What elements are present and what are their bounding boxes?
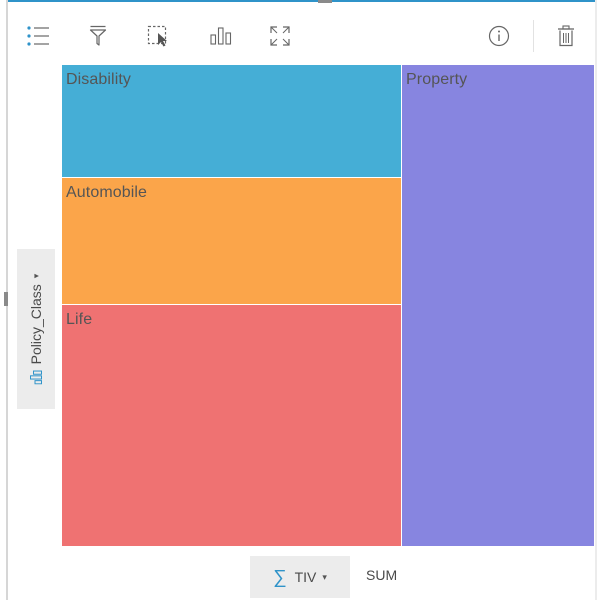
group-field-content: Policy_Class ▾ <box>28 274 44 385</box>
legend-button[interactable] <box>24 22 52 50</box>
delete-button[interactable] <box>552 22 580 50</box>
visualization-type-button[interactable] <box>207 22 235 50</box>
aggregation-label[interactable]: SUM <box>366 567 397 583</box>
treemap-cell-automobile[interactable]: Automobile <box>62 178 401 304</box>
visualization-type-icon <box>210 27 232 45</box>
card-border-left <box>4 0 8 600</box>
group-field-caret: ▾ <box>30 273 41 279</box>
maximize-button[interactable] <box>266 22 294 50</box>
sum-field-icon: ∑ <box>273 566 287 588</box>
resize-handle-left[interactable] <box>4 292 8 306</box>
filter-icon <box>89 25 107 46</box>
treemap-cell-life[interactable]: Life <box>62 305 401 546</box>
maximize-icon <box>270 26 290 46</box>
legend-icon <box>27 26 49 46</box>
filter-button[interactable] <box>84 22 112 50</box>
treemap-chart: Disability Automobile Life Property <box>62 65 594 546</box>
toolbar-divider <box>533 20 534 52</box>
delete-icon <box>558 25 574 47</box>
group-field-label: Policy_Class <box>28 284 44 365</box>
size-field-selector[interactable]: ∑ TIV ▾ <box>250 556 350 598</box>
cell-label-life: Life <box>66 311 93 328</box>
card-toolbar <box>8 2 595 62</box>
selection-button[interactable] <box>145 22 173 50</box>
cell-label-disability: Disability <box>66 71 132 88</box>
cell-label-automobile: Automobile <box>66 184 148 201</box>
string-field-icon <box>30 370 42 385</box>
info-icon <box>488 25 510 47</box>
size-field-caret: ▾ <box>322 571 327 582</box>
treemap-cell-property[interactable]: Property <box>402 65 594 546</box>
group-field-selector[interactable]: Policy_Class ▾ <box>17 249 55 409</box>
treemap-cell-disability[interactable]: Disability <box>62 65 401 177</box>
info-button[interactable] <box>485 22 513 50</box>
cell-label-property: Property <box>406 71 468 88</box>
selection-icon <box>147 25 167 47</box>
size-field-label: TIV <box>294 569 317 585</box>
